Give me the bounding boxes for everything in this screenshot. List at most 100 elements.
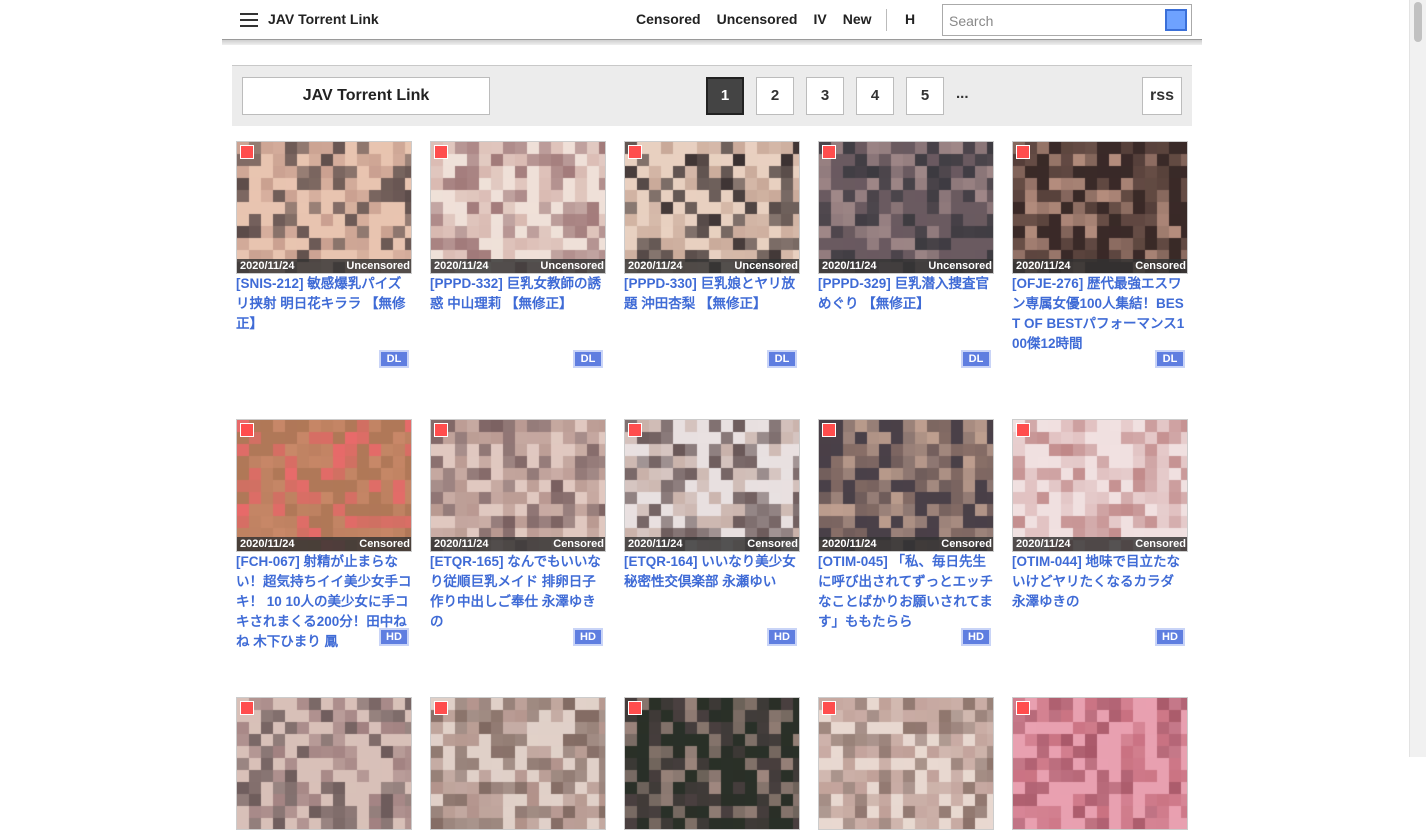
video-thumbnail[interactable]: 2020/11/24 Censored — [430, 419, 606, 552]
video-thumbnail[interactable] — [1012, 697, 1188, 830]
thumbnail-image — [431, 698, 605, 829]
nav-divider — [886, 9, 887, 31]
thumbnail-caption: 2020/11/24 Uncensored — [237, 259, 411, 273]
video-thumbnail[interactable]: 2020/11/24 Censored — [624, 419, 800, 552]
nav-link-iv[interactable]: IV — [814, 11, 827, 27]
select-checkbox[interactable] — [240, 145, 254, 159]
thumbnail-caption: 2020/11/24 Censored — [431, 537, 605, 551]
download-badge[interactable]: DL — [379, 350, 409, 368]
video-thumbnail[interactable]: 2020/11/24 Uncensored — [818, 141, 994, 274]
thumbnail-image — [237, 420, 411, 551]
nav-link-censored[interactable]: Censored — [636, 11, 701, 27]
page-4-button[interactable]: 4 — [856, 77, 894, 115]
video-thumbnail[interactable] — [430, 697, 606, 830]
thumbnail-image — [625, 420, 799, 551]
thumbnail-image — [625, 698, 799, 829]
site-home-button[interactable]: JAV Torrent Link — [242, 77, 490, 115]
search-button[interactable] — [1165, 9, 1187, 31]
release-date: 2020/11/24 — [434, 538, 489, 550]
category-label: Uncensored — [346, 260, 410, 272]
thumbnail-image — [1013, 142, 1187, 273]
video-title-link[interactable]: [ETQR-164] いいなり美少女秘密性交倶楽部 永瀬ゆい — [624, 552, 800, 592]
hd-badge[interactable]: HD — [961, 628, 991, 646]
video-title-link[interactable]: [ETQR-165] なんでもいいなり従順巨乳メイド 排卵日子作り中出しご奉仕 … — [430, 552, 606, 632]
thumbnail-image — [1013, 420, 1187, 551]
select-checkbox[interactable] — [822, 423, 836, 437]
video-thumbnail[interactable]: 2020/11/24 Uncensored — [430, 141, 606, 274]
nav-link-uncensored[interactable]: Uncensored — [717, 11, 798, 27]
site-title[interactable]: JAV Torrent Link — [268, 11, 379, 27]
thumbnail-image — [819, 420, 993, 551]
video-thumbnail[interactable]: 2020/11/24 Censored — [1012, 141, 1188, 274]
category-label: Censored — [359, 538, 410, 550]
nav-shadow — [222, 40, 1202, 45]
video-thumbnail[interactable] — [236, 697, 412, 830]
video-thumbnail[interactable]: 2020/11/24 Uncensored — [624, 141, 800, 274]
release-date: 2020/11/24 — [240, 538, 295, 550]
category-label: Censored — [747, 538, 798, 550]
hd-badge[interactable]: HD — [1155, 628, 1185, 646]
download-badge[interactable]: DL — [767, 350, 797, 368]
select-checkbox[interactable] — [434, 145, 448, 159]
pagination-ellipsis: ... — [956, 85, 969, 102]
select-checkbox[interactable] — [822, 145, 836, 159]
scrollbar-thumb[interactable] — [1414, 2, 1422, 42]
scrollbar[interactable] — [1409, 0, 1426, 757]
thumbnail-image — [819, 698, 993, 829]
thumbnail-image — [819, 142, 993, 273]
thumbnail-image — [431, 420, 605, 551]
video-title-link[interactable]: [SNIS-212] 敏感爆乳パイズリ挟射 明日花キララ 【無修正】 — [236, 274, 412, 334]
search-input[interactable] — [947, 9, 1161, 33]
video-title-link[interactable]: [PPPD-332] 巨乳女教師の誘惑 中山理莉 【無修正】 — [430, 274, 606, 314]
release-date: 2020/11/24 — [1016, 260, 1071, 272]
select-checkbox[interactable] — [1016, 701, 1030, 715]
thumbnail-image — [237, 698, 411, 829]
page-5-button[interactable]: 5 — [906, 77, 944, 115]
select-checkbox[interactable] — [240, 701, 254, 715]
release-date: 2020/11/24 — [822, 260, 877, 272]
release-date: 2020/11/24 — [240, 260, 295, 272]
select-checkbox[interactable] — [240, 423, 254, 437]
download-badge[interactable]: DL — [573, 350, 603, 368]
video-thumbnail[interactable] — [818, 697, 994, 830]
video-title-link[interactable]: [OTIM-045] 「私、毎日先生に呼び出されてずっとエッチなことばかりお願い… — [818, 552, 994, 632]
video-thumbnail[interactable] — [624, 697, 800, 830]
release-date: 2020/11/24 — [1016, 538, 1071, 550]
search-box — [942, 4, 1192, 36]
select-checkbox[interactable] — [628, 701, 642, 715]
thumbnail-caption: 2020/11/24 Uncensored — [431, 259, 605, 273]
rss-button[interactable]: rss — [1142, 77, 1182, 115]
page-3-button[interactable]: 3 — [806, 77, 844, 115]
select-checkbox[interactable] — [628, 145, 642, 159]
video-title-link[interactable]: [PPPD-330] 巨乳娘とヤリ放題 沖田杏梨 【無修正】 — [624, 274, 800, 314]
hd-badge[interactable]: HD — [379, 628, 409, 646]
video-title-link[interactable]: [OTIM-044] 地味で目立たないけどヤリたくなるカラダ 永澤ゆきの — [1012, 552, 1188, 612]
video-thumbnail[interactable]: 2020/11/24 Censored — [1012, 419, 1188, 552]
nav-link-new[interactable]: New — [843, 11, 872, 27]
select-checkbox[interactable] — [628, 423, 642, 437]
thumbnail-caption: 2020/11/24 Censored — [1013, 537, 1187, 551]
select-checkbox[interactable] — [822, 701, 836, 715]
page-2-button[interactable]: 2 — [756, 77, 794, 115]
hd-badge[interactable]: HD — [573, 628, 603, 646]
nav-link-h[interactable]: H — [905, 11, 915, 27]
select-checkbox[interactable] — [1016, 145, 1030, 159]
select-checkbox[interactable] — [1016, 423, 1030, 437]
hd-badge[interactable]: HD — [767, 628, 797, 646]
release-date: 2020/11/24 — [434, 260, 489, 272]
category-label: Uncensored — [928, 260, 992, 272]
video-thumbnail[interactable]: 2020/11/24 Uncensored — [236, 141, 412, 274]
thumbnail-caption: 2020/11/24 Uncensored — [625, 259, 799, 273]
select-checkbox[interactable] — [434, 423, 448, 437]
category-label: Censored — [553, 538, 604, 550]
video-title-link[interactable]: [PPPD-329] 巨乳潜入捜査官 めぐり 【無修正】 — [818, 274, 994, 314]
menu-icon[interactable] — [240, 13, 258, 27]
download-badge[interactable]: DL — [961, 350, 991, 368]
page-1-button[interactable]: 1 — [706, 77, 744, 115]
video-thumbnail[interactable]: 2020/11/24 Censored — [236, 419, 412, 552]
nav-links: Censored Uncensored IV New — [636, 11, 888, 27]
download-badge[interactable]: DL — [1155, 350, 1185, 368]
video-title-link[interactable]: [OFJE-276] 歴代最強エスワン専属女優100人集結！BEST OF BE… — [1012, 274, 1188, 354]
video-thumbnail[interactable]: 2020/11/24 Censored — [818, 419, 994, 552]
select-checkbox[interactable] — [434, 701, 448, 715]
